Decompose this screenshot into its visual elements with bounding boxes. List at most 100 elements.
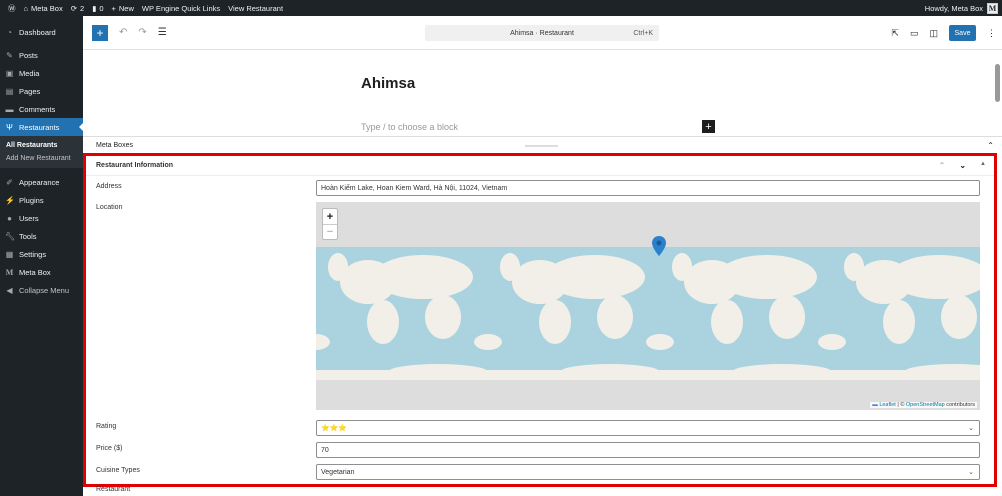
landmass xyxy=(539,300,571,344)
sidebar-item-appearance[interactable]: ✐ Appearance xyxy=(0,173,83,191)
rating-label: Rating xyxy=(96,423,117,430)
admin-sidebar: ◔ Dashboard ✎ Posts ▣ Media ▤ Pages ▬ Comment… xyxy=(0,16,83,496)
move-down-icon[interactable]: ⌄ xyxy=(959,161,966,170)
canvas-scrollbar[interactable] xyxy=(995,64,1000,102)
world-map-tiles xyxy=(316,247,980,380)
move-up-icon[interactable]: ⌃ xyxy=(939,161,946,170)
dashboard-icon: ◔ xyxy=(7,27,12,37)
meta-boxes-header[interactable]: Meta Boxes ⌃ xyxy=(83,137,1002,154)
submenu-all-restaurants[interactable]: All Restaurants xyxy=(0,139,83,152)
landmass xyxy=(717,255,817,299)
landmass xyxy=(883,300,915,344)
users-icon: ● xyxy=(7,213,12,223)
document-overview-icon[interactable]: ☰ xyxy=(158,27,167,38)
quick-links[interactable]: WP Engine Quick Links xyxy=(142,4,220,13)
landmass xyxy=(545,255,645,299)
wrench-icon: 🔧︎ xyxy=(5,231,16,241)
landmass xyxy=(597,295,633,339)
sidebar-item-tools[interactable]: 🔧︎ Tools xyxy=(0,227,83,245)
sidebar-item-plugins[interactable]: ⚡ Plugins xyxy=(0,191,83,209)
landmass xyxy=(769,295,805,339)
sidebar-item-media[interactable]: ▣ Media xyxy=(0,64,83,82)
address-label: Address xyxy=(96,183,122,190)
account-menu[interactable]: Howdy, Meta Box M xyxy=(925,2,998,14)
home-icon: ⌂ xyxy=(23,3,29,13)
post-title[interactable]: Ahimsa xyxy=(361,75,415,92)
new-link[interactable]: + New xyxy=(112,4,134,13)
price-label: Price ($) xyxy=(96,445,123,452)
wordpress-logo-icon[interactable]: Ⓦ xyxy=(8,3,16,14)
leaflet-link[interactable]: Leaflet xyxy=(879,402,896,408)
cuisine-label: Cuisine Types xyxy=(96,467,140,474)
redo-icon[interactable]: ↷ xyxy=(138,27,146,38)
cuisine-select[interactable]: Vegetarian ⌄ xyxy=(316,464,980,480)
updates-link[interactable]: ⟳ 2 xyxy=(71,4,84,13)
metabox-header: Restaurant Information ⌃ ⌄ ▲ xyxy=(86,156,994,176)
pages-icon: ▤ xyxy=(5,86,14,96)
save-button[interactable]: Save xyxy=(949,25,976,41)
zoom-out-button[interactable]: − xyxy=(323,224,337,239)
view-post-icon[interactable]: ⇱ xyxy=(891,28,899,39)
antarctica xyxy=(316,370,980,380)
view-restaurant-link[interactable]: View Restaurant xyxy=(228,4,283,13)
location-label: Location xyxy=(96,204,123,211)
undo-icon[interactable]: ↶ xyxy=(119,27,127,38)
sidebar-item-posts[interactable]: ✎ Posts xyxy=(0,46,83,64)
comment-icon: ▬ xyxy=(5,104,14,114)
sidebar-item-dashboard[interactable]: ◔ Dashboard xyxy=(0,23,83,41)
osm-link[interactable]: OpenStreetMap xyxy=(906,402,945,408)
block-editor: + ↶ ↷ ☰ Ahimsa · Restaurant Ctrl+K ⇱ ▭ ◫ … xyxy=(83,16,1002,496)
map-marker-icon[interactable] xyxy=(652,236,666,256)
landmass xyxy=(711,300,743,344)
chevron-up-icon[interactable]: ⌃ xyxy=(987,141,994,150)
next-metabox-title: Restaurant xyxy=(96,486,131,493)
sidebar-item-comments[interactable]: ▬ Comments xyxy=(0,100,83,118)
command-palette[interactable]: Ahimsa · Restaurant Ctrl+K xyxy=(425,25,659,41)
sidebar-item-settings[interactable]: ▦ Settings xyxy=(0,245,83,263)
landmass xyxy=(500,253,520,281)
chevron-down-icon: ⌄ xyxy=(968,469,974,476)
sidebar-item-meta-box[interactable]: M Meta Box xyxy=(0,263,83,281)
utensils-icon: Ψ xyxy=(6,122,13,132)
add-block-button[interactable]: + xyxy=(702,120,715,133)
media-icon: ▣ xyxy=(5,68,14,78)
plus-icon: + xyxy=(111,3,116,13)
editor-toolbar: + ↶ ↷ ☰ Ahimsa · Restaurant Ctrl+K ⇱ ▭ ◫ … xyxy=(83,16,1002,50)
settings-panel-icon[interactable]: ◫ xyxy=(929,28,938,39)
admin-bar: Ⓦ ⌂ Meta Box ⟳ 2 ▮ 0 + New WP Engine Quick L… xyxy=(0,0,1002,16)
landmass xyxy=(367,300,399,344)
collapse-icon: ◀ xyxy=(6,285,13,295)
block-placeholder[interactable]: Type / to choose a block xyxy=(361,122,458,132)
submenu-add-new-restaurant[interactable]: Add New Restaurant xyxy=(0,152,83,165)
resize-handle[interactable] xyxy=(525,145,558,147)
restaurants-submenu: All Restaurants Add New Restaurant xyxy=(0,136,83,168)
sidebar-item-users[interactable]: ● Users xyxy=(0,209,83,227)
comments-link[interactable]: ▮ 0 xyxy=(92,4,103,13)
landmass xyxy=(474,334,502,350)
price-input[interactable]: 70 xyxy=(316,442,980,458)
collapse-menu-button[interactable]: ◀ Collapse Menu xyxy=(0,281,83,299)
options-menu-icon[interactable]: ⋮ xyxy=(987,28,996,39)
map-attribution: ▬ Leaflet | © OpenStreetMap contributors xyxy=(870,402,977,408)
avatar: M xyxy=(987,2,998,14)
landmass xyxy=(425,295,461,339)
sidebar-item-pages[interactable]: ▤ Pages xyxy=(0,82,83,100)
block-inserter-button[interactable]: + xyxy=(92,24,108,41)
landmass xyxy=(844,253,864,281)
brush-icon: ✐ xyxy=(6,177,13,187)
zoom-in-button[interactable]: + xyxy=(323,209,337,224)
rating-select[interactable]: ⭐⭐⭐ ⌄ xyxy=(316,420,980,436)
plugin-icon: ⚡ xyxy=(5,195,15,205)
landmass xyxy=(373,255,473,299)
map-zoom-control: + − xyxy=(322,208,338,240)
landmass xyxy=(818,334,846,350)
location-map[interactable]: + − ▬ Leaflet | © OpenStreetMap contribu… xyxy=(316,202,980,410)
metabox-icon: M xyxy=(5,267,14,277)
landmass xyxy=(941,295,977,339)
toggle-panel-icon[interactable]: ▲ xyxy=(980,161,986,170)
site-name-link[interactable]: ⌂ Meta Box xyxy=(24,4,63,13)
sidebar-item-restaurants[interactable]: Ψ Restaurants xyxy=(0,118,83,136)
address-input[interactable]: Hoàn Kiếm Lake, Hoan Kiem Ward, Hà Nội, … xyxy=(316,180,980,196)
comment-icon: ▮ xyxy=(92,3,97,13)
preview-icon[interactable]: ▭ xyxy=(910,28,919,39)
